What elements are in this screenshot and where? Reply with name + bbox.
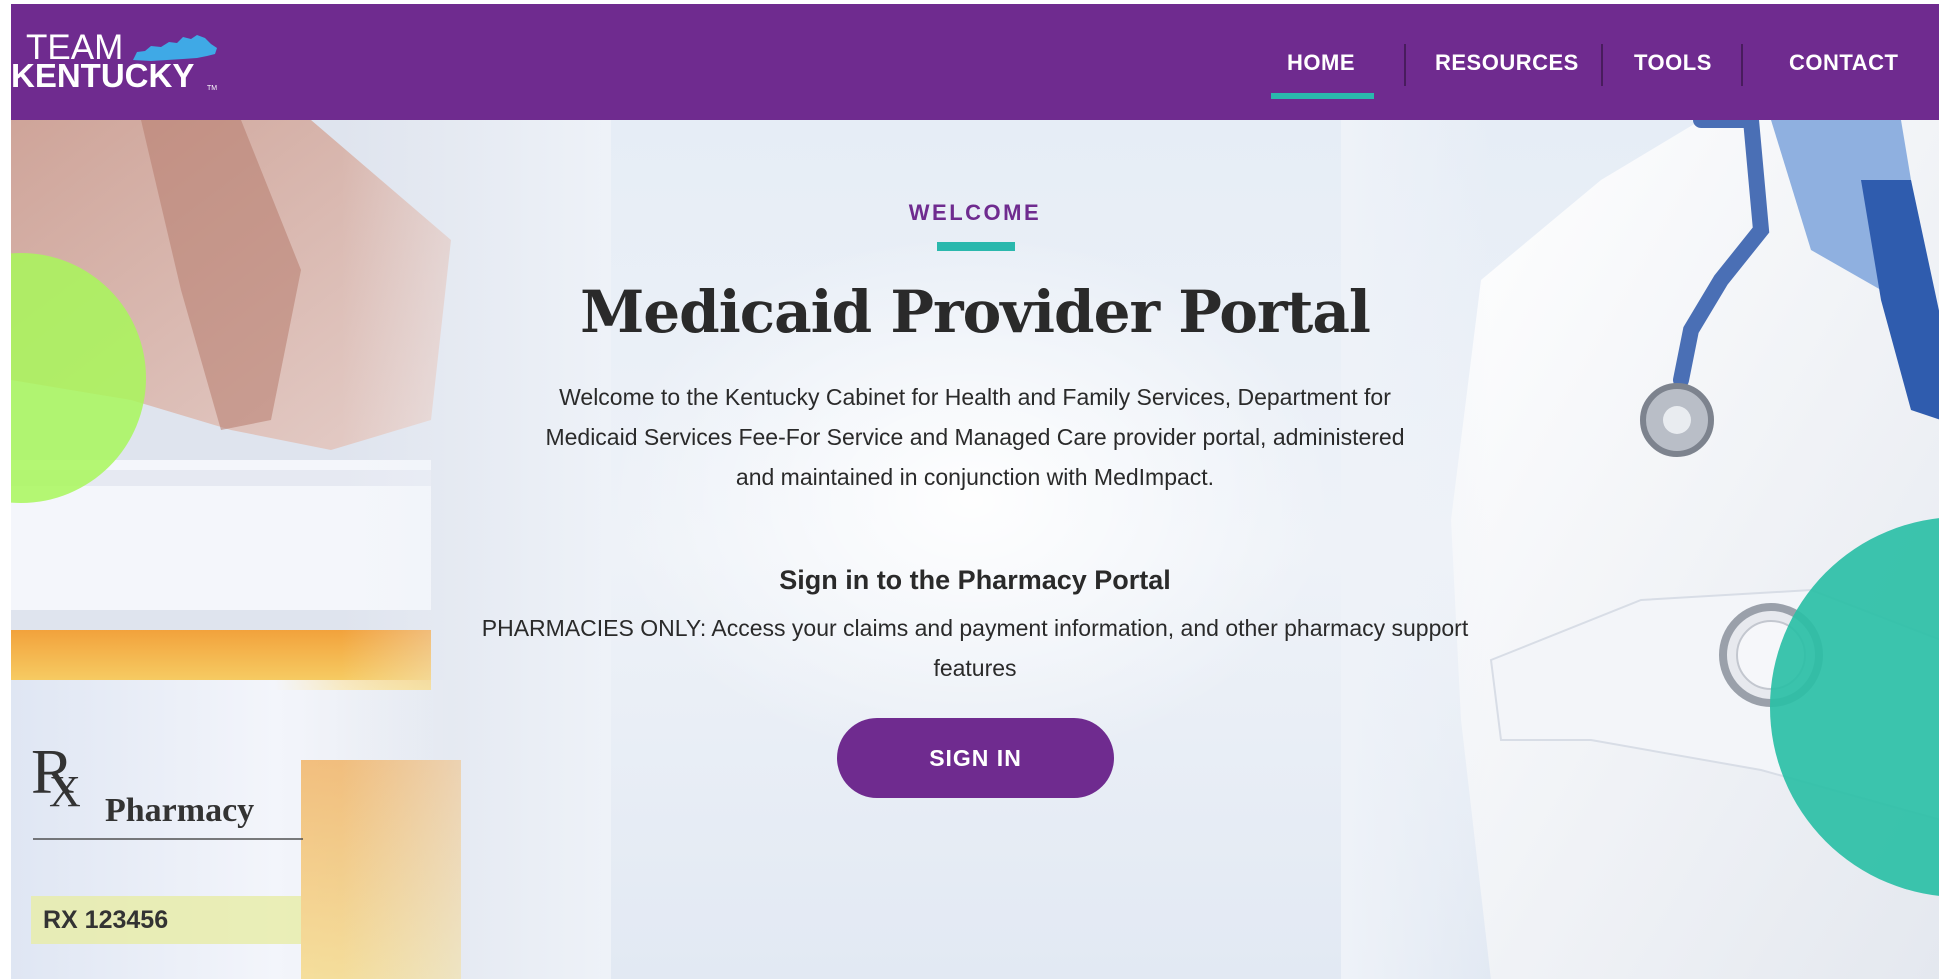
welcome-eyebrow: WELCOME [908, 200, 1042, 225]
sign-in-button[interactable]: SIGN IN [837, 718, 1114, 798]
nav-item-resources[interactable]: RESOURCES [1435, 50, 1579, 76]
page-title: Medicaid Provider Portal [580, 278, 1371, 346]
nav-active-indicator [1271, 93, 1374, 99]
main-nav: HOME RESOURCES TOOLS CONTACT [11, 4, 1939, 120]
hero-content: WELCOME Medicaid Provider Portal Welcome… [11, 120, 1939, 979]
site-header: TEAM KENTUCKY TM HOME RESOURCES TOOLS CO… [11, 4, 1939, 120]
page: TEAM KENTUCKY TM HOME RESOURCES TOOLS CO… [11, 4, 1939, 979]
nav-item-home[interactable]: HOME [1287, 50, 1355, 76]
sign-in-heading: Sign in to the Pharmacy Portal [779, 565, 1171, 595]
sign-in-description: PHARMACIES ONLY: Access your claims and … [481, 615, 1469, 681]
welcome-accent-bar [937, 242, 1015, 251]
nav-divider [1741, 44, 1743, 86]
nav-divider [1404, 44, 1406, 86]
nav-divider [1601, 44, 1603, 86]
hero-banner: R X Pharmacy RX 123456 WELCOME Medicaid … [11, 120, 1939, 979]
nav-item-tools[interactable]: TOOLS [1634, 50, 1712, 76]
intro-paragraph: Welcome to the Kentucky Cabinet for Heal… [545, 384, 1405, 490]
nav-item-contact[interactable]: CONTACT [1789, 50, 1898, 76]
